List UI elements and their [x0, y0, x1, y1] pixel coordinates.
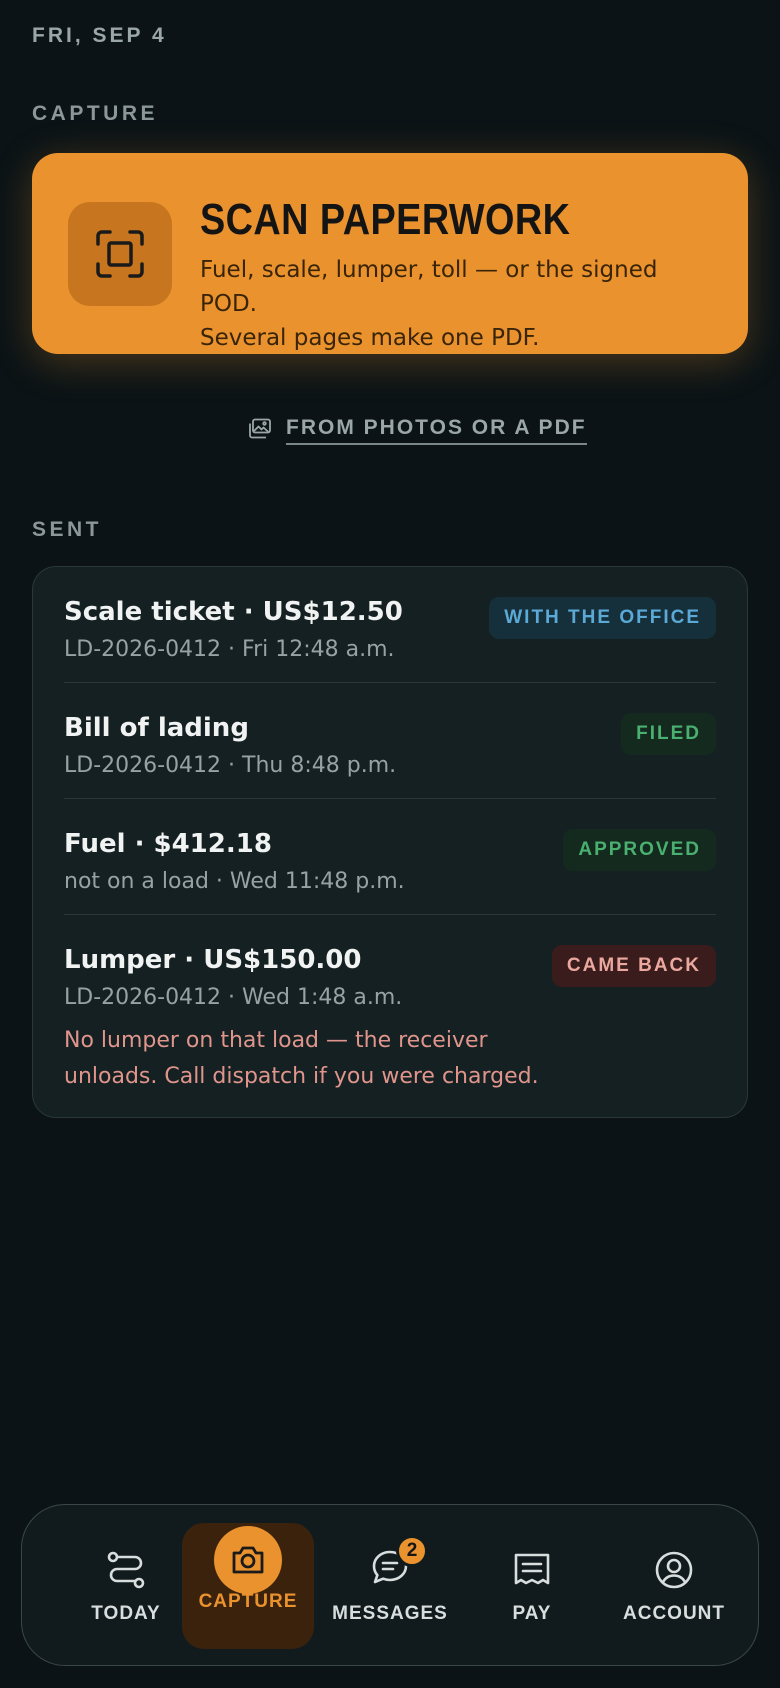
nav-pay[interactable]: PAY [466, 1523, 598, 1649]
nav-capture[interactable]: CAPTURE [182, 1523, 314, 1649]
list-item[interactable]: Scale ticket · US$12.50 LD-2026-0412 · F… [64, 567, 716, 683]
item-subtitle: LD-2026-0412 · Fri 12:48 a.m. [64, 637, 395, 662]
item-title: Fuel · $412.18 [64, 829, 272, 859]
scan-title: SCAN PAPERWORK [200, 195, 571, 244]
nav-today[interactable]: TODAY [60, 1523, 192, 1649]
unread-count-badge: 2 [396, 1535, 428, 1567]
item-title: Lumper · US$150.00 [64, 945, 362, 975]
scan-frame-icon [68, 202, 172, 306]
date-label: FRI, SEP 4 [32, 24, 167, 47]
capture-section-label: CAPTURE [32, 102, 159, 125]
nav-capture-label: CAPTURE [198, 1591, 298, 1612]
nav-today-label: TODAY [91, 1603, 161, 1624]
scan-description-line2: Several pages make one PDF. [200, 325, 540, 351]
item-subtitle: not on a load · Wed 11:48 p.m. [64, 869, 405, 894]
status-badge: APPROVED [563, 829, 716, 871]
item-title: Scale ticket · US$12.50 [64, 597, 403, 627]
nav-messages-label: MESSAGES [332, 1603, 448, 1624]
item-title: Bill of lading [64, 713, 249, 743]
list-item[interactable]: Fuel · $412.18 not on a load · Wed 11:48… [64, 799, 716, 915]
status-badge: WITH THE OFFICE [489, 597, 716, 639]
list-item[interactable]: Lumper · US$150.00 LD-2026-0412 · Wed 1:… [64, 915, 716, 1115]
list-item[interactable]: Bill of lading LD-2026-0412 · Thu 8:48 p… [64, 683, 716, 799]
scan-paperwork-button[interactable]: SCAN PAPERWORK Fuel, scale, lumper, toll… [32, 153, 748, 354]
sent-list: Scale ticket · US$12.50 LD-2026-0412 · F… [32, 566, 748, 1118]
scan-description: Fuel, scale, lumper, toll — or the signe… [200, 253, 720, 355]
status-badge: FILED [621, 713, 716, 755]
status-badge: CAME BACK [551, 945, 716, 987]
nav-account[interactable]: ACCOUNT [608, 1523, 740, 1649]
scan-description-line1: Fuel, scale, lumper, toll — or the signe… [200, 257, 658, 317]
nav-account-label: ACCOUNT [623, 1603, 725, 1624]
item-subtitle: LD-2026-0412 · Wed 1:48 a.m. [64, 985, 403, 1010]
photos-icon [248, 418, 272, 444]
item-subtitle: LD-2026-0412 · Thu 8:48 p.m. [64, 753, 397, 778]
receipt-icon [513, 1547, 551, 1593]
user-icon [654, 1547, 694, 1593]
item-note: No lumper on that load — the receiver un… [64, 1028, 539, 1089]
nav-pay-label: PAY [512, 1603, 552, 1624]
sent-section-label: SENT [32, 518, 103, 541]
from-photos-link[interactable]: FROM PHOTOS OR A PDF [248, 416, 587, 445]
camera-icon [214, 1526, 282, 1594]
bottom-nav: TODAY CAPTURE 2 MESSAGES PAY ACCOUNT [21, 1504, 759, 1666]
from-photos-label: FROM PHOTOS OR A PDF [286, 416, 587, 445]
nav-messages[interactable]: 2 MESSAGES [324, 1523, 456, 1649]
route-icon [105, 1547, 147, 1593]
